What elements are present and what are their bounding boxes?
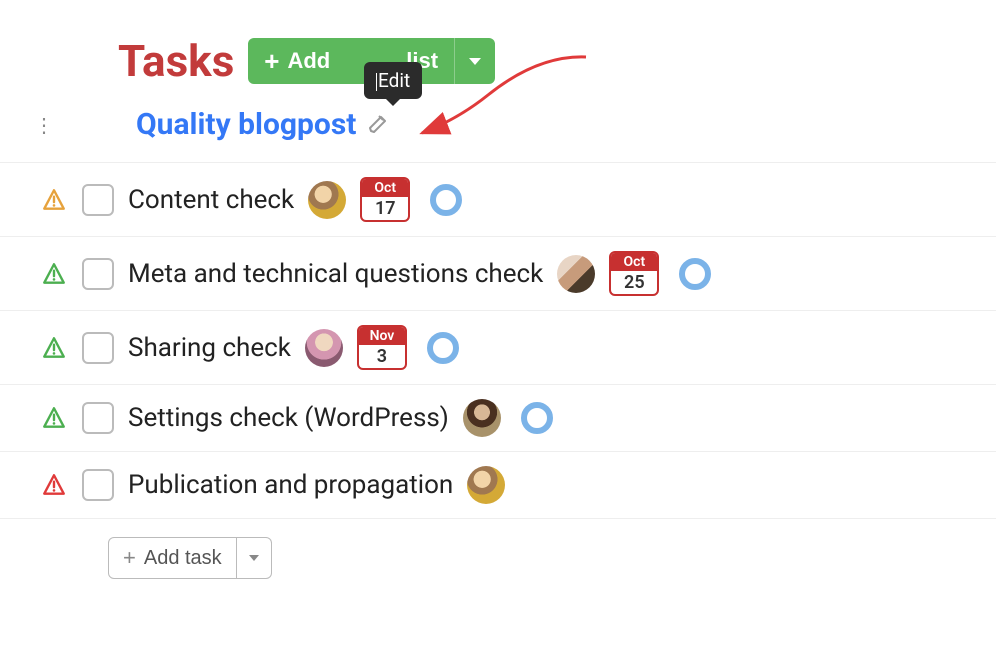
task-title[interactable]: Settings check (WordPress) [128, 403, 449, 433]
add-task-button[interactable]: + Add task [108, 537, 237, 579]
task-checkbox[interactable] [82, 469, 114, 501]
page-title: Tasks [118, 35, 234, 87]
date-day: 17 [375, 197, 396, 220]
add-list-dropdown[interactable] [454, 38, 495, 84]
date-month: Oct [611, 253, 657, 271]
date-month: Oct [362, 179, 408, 197]
status-circle[interactable] [430, 184, 462, 216]
date-day: 25 [624, 271, 645, 294]
drag-handle-icon[interactable]: ⋮ [34, 113, 54, 137]
add-task-button-group: + Add task [108, 537, 272, 579]
due-date-chip[interactable]: Oct 17 [360, 177, 410, 222]
priority-icon[interactable] [40, 472, 68, 498]
task-checkbox[interactable] [82, 402, 114, 434]
edit-tooltip: Edit [364, 62, 422, 99]
due-date-chip[interactable]: Nov 3 [357, 325, 407, 370]
add-list-button[interactable]: + Add list [248, 38, 454, 84]
add-task-label: Add task [144, 547, 222, 570]
chevron-down-icon [249, 555, 259, 561]
priority-icon[interactable] [40, 335, 68, 361]
due-date-chip[interactable]: Oct 25 [609, 251, 659, 296]
list-title[interactable]: Quality blogpost [136, 107, 356, 142]
chevron-down-icon [469, 58, 481, 65]
priority-icon[interactable] [40, 187, 68, 213]
task-title[interactable]: Publication and propagation [128, 470, 453, 500]
plus-icon: + [264, 48, 279, 74]
task-title[interactable]: Meta and technical questions check [128, 259, 543, 289]
assignee-avatar[interactable] [463, 399, 501, 437]
task-row: Content check Oct 17 [0, 163, 996, 237]
add-task-dropdown[interactable] [237, 537, 272, 579]
task-checkbox[interactable] [82, 184, 114, 216]
pencil-icon[interactable] [366, 111, 390, 139]
task-row: Settings check (WordPress) [0, 385, 996, 452]
date-month: Nov [359, 327, 405, 345]
status-circle[interactable] [427, 332, 459, 364]
plus-icon: + [123, 545, 136, 571]
assignee-avatar[interactable] [467, 466, 505, 504]
task-title[interactable]: Sharing check [128, 333, 291, 363]
assignee-avatar[interactable] [305, 329, 343, 367]
task-row: Meta and technical questions check Oct 2… [0, 237, 996, 311]
task-checkbox[interactable] [82, 332, 114, 364]
priority-icon[interactable] [40, 261, 68, 287]
assignee-avatar[interactable] [557, 255, 595, 293]
status-circle[interactable] [679, 258, 711, 290]
status-circle[interactable] [521, 402, 553, 434]
task-checkbox[interactable] [82, 258, 114, 290]
task-title[interactable]: Content check [128, 185, 294, 215]
date-day: 3 [377, 345, 387, 368]
priority-icon[interactable] [40, 405, 68, 431]
assignee-avatar[interactable] [308, 181, 346, 219]
add-list-prefix: Add [287, 48, 330, 74]
task-row: Sharing check Nov 3 [0, 311, 996, 385]
task-row: Publication and propagation [0, 452, 996, 519]
